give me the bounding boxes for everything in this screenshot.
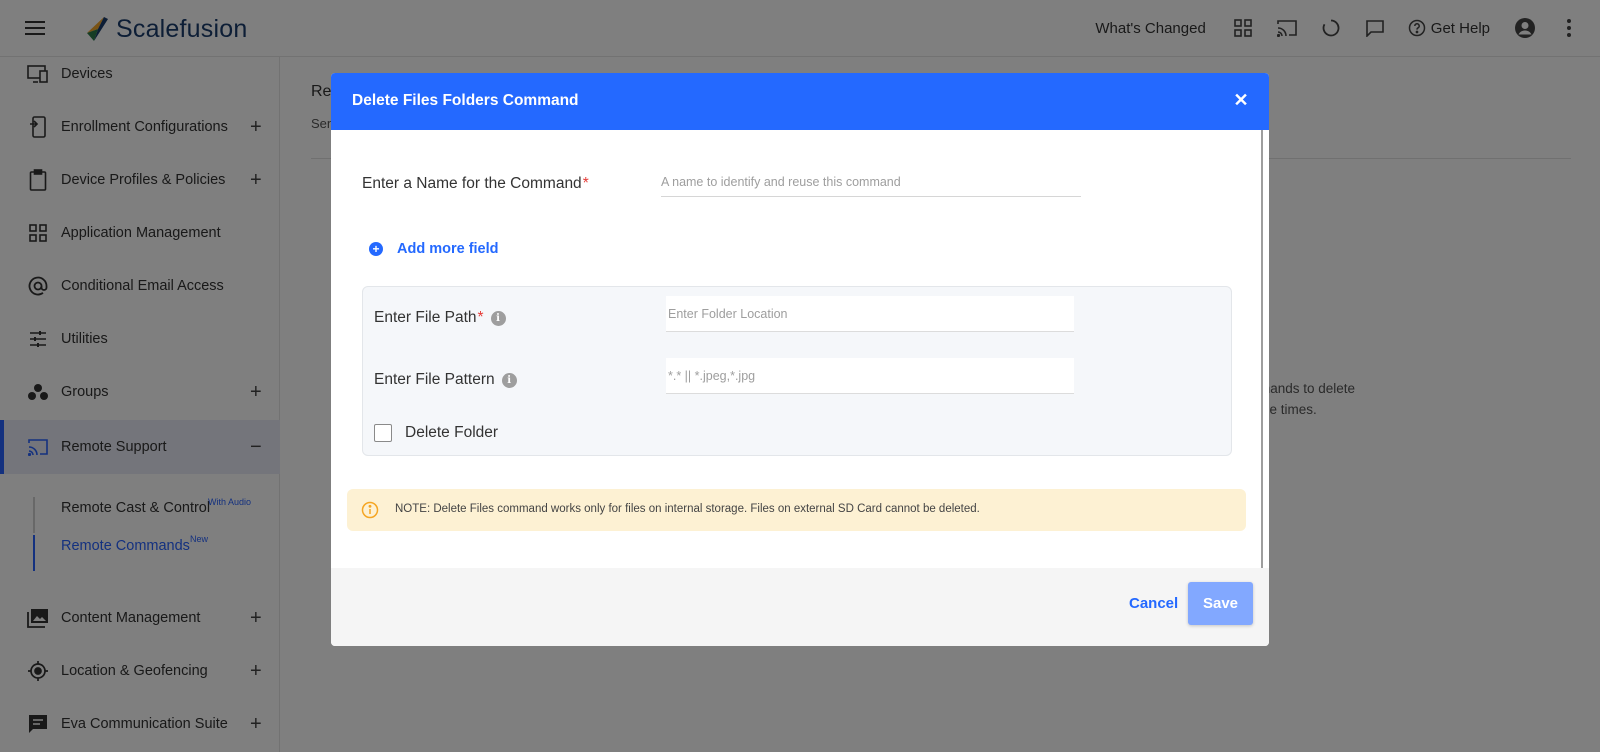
required-marker: * [477, 309, 484, 326]
modal-scrollbar[interactable] [1261, 130, 1263, 627]
add-more-field-button[interactable]: + Add more field [369, 241, 499, 257]
info-circle-icon [361, 501, 379, 519]
file-pattern-input[interactable] [666, 358, 1074, 394]
storage-note-banner: NOTE: Delete Files command works only fo… [347, 489, 1246, 531]
info-icon[interactable]: i [501, 372, 517, 388]
required-marker: * [582, 175, 589, 192]
label-text: Enter File Pattern [374, 371, 495, 388]
command-name-input[interactable] [661, 167, 1081, 197]
file-path-input[interactable] [666, 296, 1074, 332]
file-path-label: Enter File Path * i [374, 309, 506, 327]
file-pattern-label: Enter File Pattern i [374, 371, 517, 389]
note-text: NOTE: Delete Files command works only fo… [395, 503, 980, 515]
delete-folder-checkbox[interactable] [374, 424, 392, 442]
modal-footer: Cancel Save [331, 568, 1269, 646]
plus-circle-icon: + [369, 242, 383, 256]
modal-title: Delete Files Folders Command [352, 92, 579, 109]
modal-header: Delete Files Folders Command ✕ [331, 73, 1269, 130]
add-more-label: Add more field [397, 241, 499, 257]
close-icon[interactable]: ✕ [1231, 90, 1251, 110]
file-fields-group: Enter File Path* i Enter File Pattern i … [362, 286, 1232, 456]
save-button[interactable]: Save [1188, 582, 1253, 625]
label-text: Enter a Name for the Command [362, 175, 582, 192]
command-name-label: Enter a Name for the Command * [362, 175, 589, 193]
info-icon[interactable]: i [490, 310, 506, 326]
delete-files-folders-modal: Delete Files Folders Command ✕ Enter a N… [331, 73, 1269, 646]
delete-folder-label[interactable]: Delete Folder [405, 424, 498, 442]
label-text: Enter File Path [374, 309, 477, 326]
cancel-button[interactable]: Cancel [1129, 595, 1178, 612]
